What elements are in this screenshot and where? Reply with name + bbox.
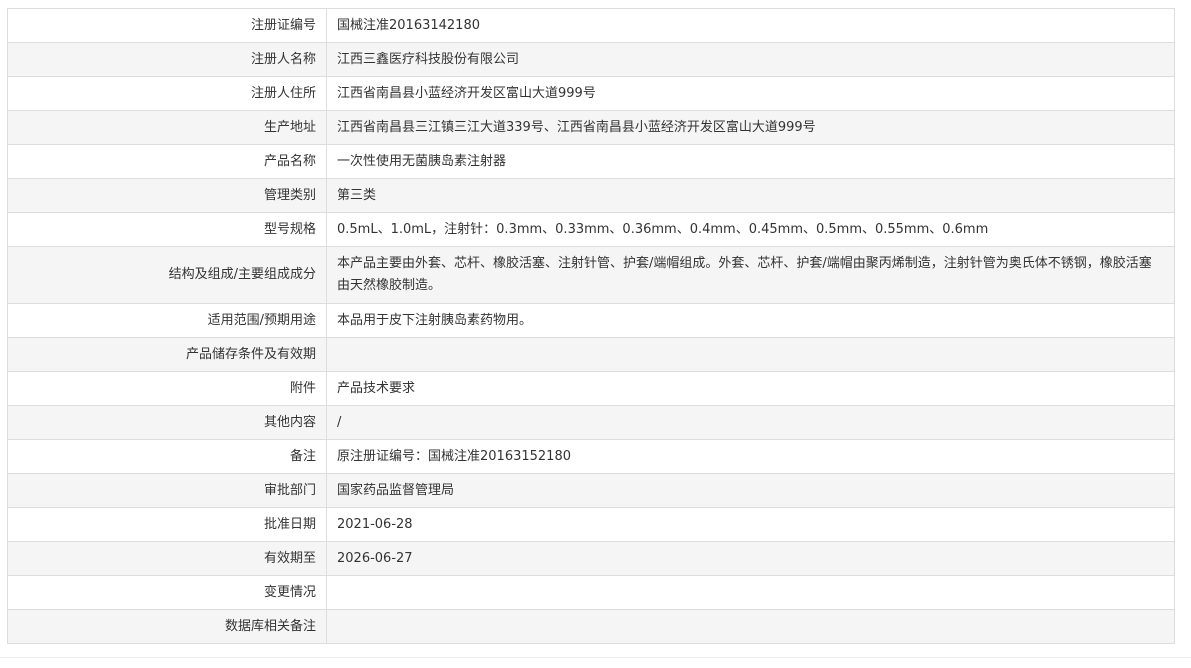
table-row: 型号规格 0.5mL、1.0mL，注射针：0.3mm、0.33mm、0.36mm… — [7, 212, 1175, 247]
table-row: 管理类别 第三类 — [7, 178, 1175, 213]
table-row: 审批部门 国家药品监督管理局 — [7, 473, 1175, 508]
table-row: 产品名称 一次性使用无菌胰岛素注射器 — [7, 144, 1175, 179]
field-value: 2026-06-27 — [326, 541, 1175, 576]
field-value — [326, 337, 1175, 372]
field-label: 变更情况 — [7, 575, 327, 610]
field-value: 0.5mL、1.0mL，注射针：0.3mm、0.33mm、0.36mm、0.4m… — [326, 212, 1175, 247]
field-label: 附件 — [7, 371, 327, 406]
table-row: 结构及组成/主要组成成分 本产品主要由外套、芯杆、橡胶活塞、注射针管、护套/端帽… — [7, 246, 1175, 304]
field-value: 本品用于皮下注射胰岛素药物用。 — [326, 303, 1175, 338]
table-row: 产品储存条件及有效期 — [7, 337, 1175, 372]
field-label: 生产地址 — [7, 110, 327, 145]
table-row: 有效期至 2026-06-27 — [7, 541, 1175, 576]
field-value: 江西省南昌县小蓝经济开发区富山大道999号 — [326, 76, 1175, 111]
table-row: 数据库相关备注 — [7, 609, 1175, 644]
table-row: 生产地址 江西省南昌县三江镇三江大道339号、江西省南昌县小蓝经济开发区富山大道… — [7, 110, 1175, 145]
field-label: 批准日期 — [7, 507, 327, 542]
table-row: 附件 产品技术要求 — [7, 371, 1175, 406]
field-value: 第三类 — [326, 178, 1175, 213]
field-label: 结构及组成/主要组成成分 — [7, 246, 327, 304]
table-row: 备注 原注册证编号：国械注准20163152180 — [7, 439, 1175, 474]
field-value: 江西省南昌县三江镇三江大道339号、江西省南昌县小蓝经济开发区富山大道999号 — [326, 110, 1175, 145]
field-value: / — [326, 405, 1175, 440]
page-bottom-divider — [0, 657, 1191, 658]
field-value: 国械注准20163142180 — [326, 8, 1175, 43]
field-label: 注册人住所 — [7, 76, 327, 111]
field-label: 其他内容 — [7, 405, 327, 440]
field-value: 国家药品监督管理局 — [326, 473, 1175, 508]
field-label: 有效期至 — [7, 541, 327, 576]
field-value: 江西三鑫医疗科技股份有限公司 — [326, 42, 1175, 77]
registration-info-panel: 注册证编号 国械注准20163142180 注册人名称 江西三鑫医疗科技股份有限… — [7, 8, 1175, 644]
table-row: 批准日期 2021-06-28 — [7, 507, 1175, 542]
field-label: 适用范围/预期用途 — [7, 303, 327, 338]
field-label: 备注 — [7, 439, 327, 474]
table-row: 注册证编号 国械注准20163142180 — [7, 8, 1175, 43]
table-row: 变更情况 — [7, 575, 1175, 610]
field-value: 产品技术要求 — [326, 371, 1175, 406]
field-label: 产品名称 — [7, 144, 327, 179]
field-label: 注册证编号 — [7, 8, 327, 43]
table-row: 适用范围/预期用途 本品用于皮下注射胰岛素药物用。 — [7, 303, 1175, 338]
field-label: 产品储存条件及有效期 — [7, 337, 327, 372]
table-row: 注册人名称 江西三鑫医疗科技股份有限公司 — [7, 42, 1175, 77]
table-row: 注册人住所 江西省南昌县小蓝经济开发区富山大道999号 — [7, 76, 1175, 111]
field-label: 数据库相关备注 — [7, 609, 327, 644]
field-value: 2021-06-28 — [326, 507, 1175, 542]
field-value: 本产品主要由外套、芯杆、橡胶活塞、注射针管、护套/端帽组成。外套、芯杆、护套/端… — [326, 246, 1175, 304]
field-label: 型号规格 — [7, 212, 327, 247]
field-label: 审批部门 — [7, 473, 327, 508]
field-value: 一次性使用无菌胰岛素注射器 — [326, 144, 1175, 179]
field-label: 注册人名称 — [7, 42, 327, 77]
registration-info-table: 注册证编号 国械注准20163142180 注册人名称 江西三鑫医疗科技股份有限… — [7, 8, 1175, 644]
field-value — [326, 609, 1175, 644]
field-value — [326, 575, 1175, 610]
field-value: 原注册证编号：国械注准20163152180 — [326, 439, 1175, 474]
table-row: 其他内容 / — [7, 405, 1175, 440]
field-label: 管理类别 — [7, 178, 327, 213]
